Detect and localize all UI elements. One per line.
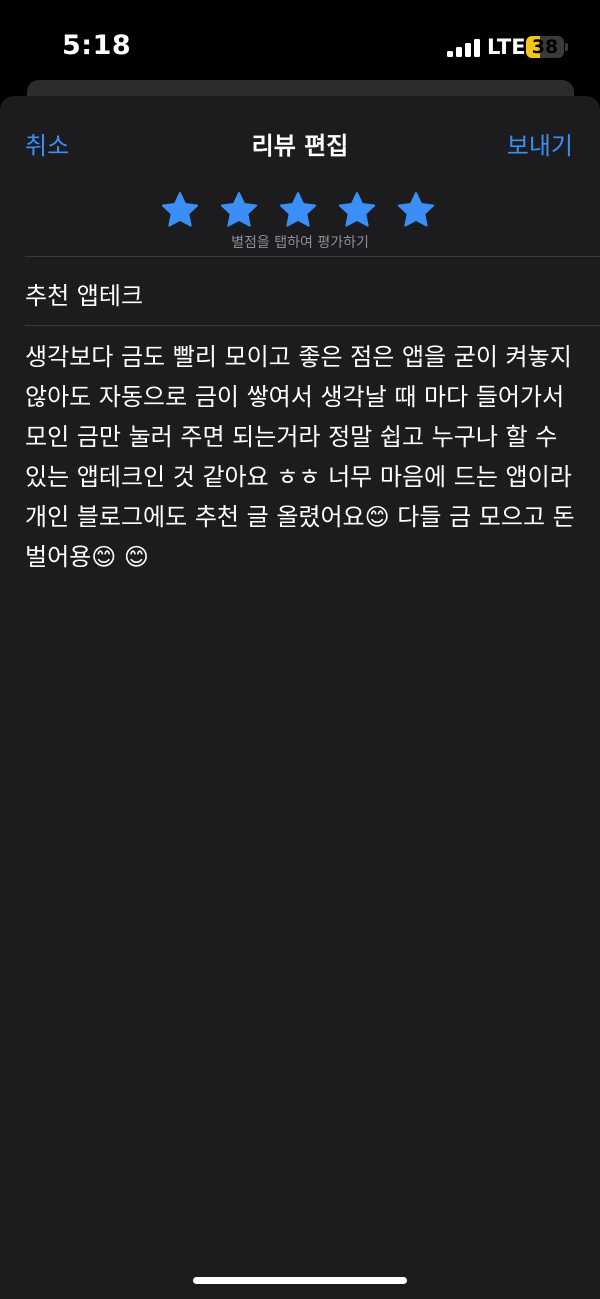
- divider: [25, 325, 600, 326]
- network-type: LTE: [487, 35, 526, 59]
- star-icon[interactable]: [337, 190, 377, 230]
- battery-icon: 38: [526, 36, 568, 58]
- star-icon[interactable]: [278, 190, 318, 230]
- star-icon[interactable]: [219, 190, 259, 230]
- star-icon[interactable]: [396, 190, 436, 230]
- status-time: 5:18: [62, 30, 132, 61]
- battery-percent: 38: [531, 36, 559, 58]
- cellular-signal-icon: [447, 39, 481, 57]
- star-rating[interactable]: [160, 190, 440, 232]
- rating-hint: 별점을 탭하여 평가하기: [231, 235, 369, 251]
- send-button[interactable]: 보내기: [507, 126, 573, 161]
- review-title-field[interactable]: 추천 앱테크: [25, 276, 143, 311]
- home-indicator[interactable]: [193, 1277, 407, 1284]
- review-body-field[interactable]: 생각보다 금도 빨리 모이고 좋은 점은 앱을 굳이 켜놓지 않아도 자동으로 …: [25, 337, 577, 577]
- divider: [25, 256, 600, 257]
- star-icon[interactable]: [160, 190, 200, 230]
- status-bar: 5:18 LTE 38: [0, 0, 600, 90]
